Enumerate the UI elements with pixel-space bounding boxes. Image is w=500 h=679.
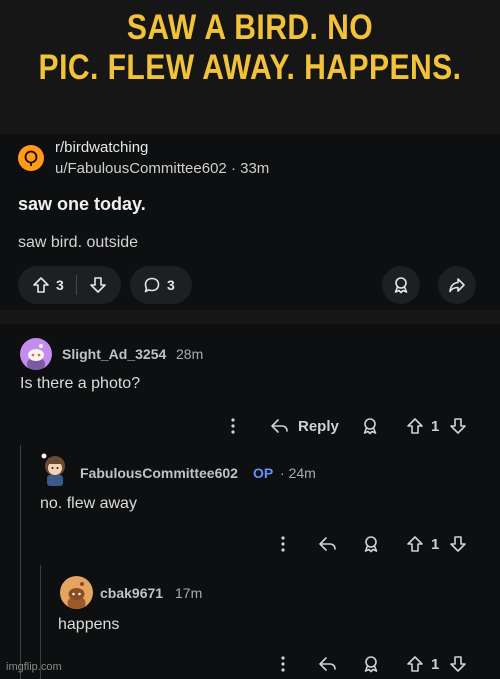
award-icon [394,277,408,294]
share-icon [449,278,465,293]
avatar[interactable] [60,576,93,609]
comment-time: 17m [175,585,203,601]
thread-line[interactable] [20,445,21,679]
comment-text: happens [58,616,120,633]
meme-caption-line-2: PIC. FLEW AWAY. HAPPENS. [38,48,462,87]
post-author[interactable]: u/FabulousCommittee602 [55,160,227,177]
post-body: saw bird. outside [18,234,139,251]
post-time: 33m [240,160,270,177]
downvote-icon[interactable] [449,655,467,673]
downvote-icon[interactable] [449,535,467,553]
subreddit-leaf-icon [24,150,38,166]
award-button[interactable] [382,266,420,304]
award-icon[interactable] [361,417,379,435]
comment-author[interactable]: cbak9671 [100,585,163,601]
reply-icon [271,419,288,433]
vote-count: 1 [431,418,440,435]
section-divider [0,310,500,324]
vote-count: 1 [431,656,440,673]
award-icon[interactable] [362,535,380,553]
more-options-icon[interactable] [278,535,288,553]
upvote-icon[interactable] [32,276,50,294]
upvote-count: 3 [56,277,64,293]
reply-label: Reply [298,418,339,435]
meta-dot: · [280,465,289,481]
snoo-avatar-icon [67,582,86,609]
meme-caption-line-1: SAW A BIRD. NO [126,8,374,47]
reply-icon[interactable] [318,655,338,673]
share-button[interactable] [438,266,476,304]
comment-icon [144,277,160,293]
meme-caption: SAW A BIRD. NO PIC. FLEW AWAY. HAPPENS. [35,8,465,88]
comment-text: Is there a photo? [20,375,141,392]
comment-time: 28m [176,346,204,362]
upvote-icon[interactable] [406,535,424,553]
post-title[interactable]: saw one today. [18,194,146,215]
award-icon[interactable] [362,655,380,673]
upvote-icon[interactable] [406,417,424,435]
vote-count: 1 [431,536,440,553]
avatar[interactable] [40,452,70,486]
vote-separator [76,275,77,295]
downvote-icon[interactable] [89,276,107,294]
meme-caption-banner: SAW A BIRD. NO PIC. FLEW AWAY. HAPPENS. [0,0,500,134]
more-options-icon[interactable] [228,417,238,435]
meta-dot: · [230,160,241,177]
post-author-line: u/FabulousCommittee602 · 33m [55,160,269,177]
upvote-icon[interactable] [406,655,424,673]
reply-button[interactable]: Reply [270,415,342,437]
comment-author[interactable]: FabulousCommittee602 [80,465,238,481]
subreddit-icon[interactable] [18,145,44,171]
more-options-icon[interactable] [278,655,288,673]
vote-pill: 3 [18,266,121,304]
watermark: imgflip.com [6,661,62,673]
comment-text: no. flew away [40,495,137,512]
reply-icon[interactable] [318,535,338,553]
comment-count: 3 [167,277,175,293]
comment-author[interactable]: Slight_Ad_3254 [62,346,166,362]
comment-time-line: · 24m [280,465,316,481]
downvote-icon[interactable] [449,417,467,435]
snoo-avatar-icon [27,344,45,370]
comment-time: 24m [288,465,316,481]
avatar[interactable] [20,338,52,370]
comments-button[interactable]: 3 [130,266,192,304]
op-badge: OP [253,465,274,481]
subreddit-name[interactable]: r/birdwatching [55,139,148,156]
profile-avatar-icon [41,453,65,486]
